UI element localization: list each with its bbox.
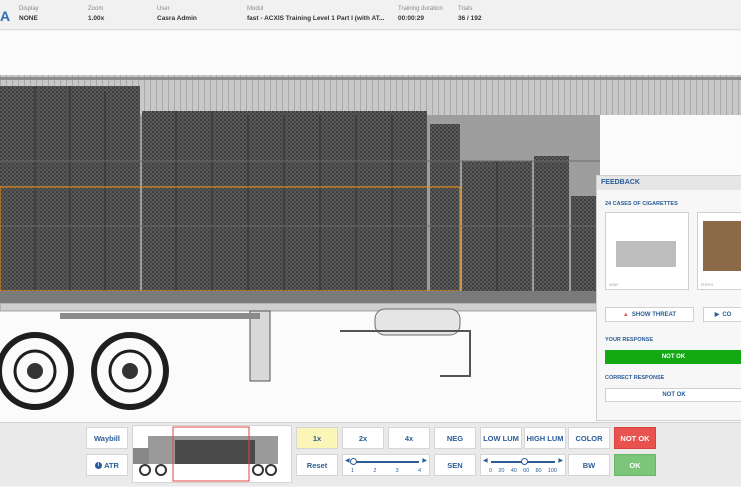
ok-button[interactable]: OK <box>614 454 656 476</box>
show-threat-button[interactable]: ▲ SHOW THREAT <box>605 307 694 322</box>
high-lum-button[interactable]: HIGH LUM <box>524 427 566 449</box>
lum-ticks: 0 20 40 60 80 100 <box>489 468 557 474</box>
module-field: Modul fast - ACXIS Training Level 1 Part… <box>247 5 384 23</box>
zoom-ticks: 1 2 3 4 <box>351 468 421 474</box>
your-response-label: YOUR RESPONSE <box>605 337 653 343</box>
show-threat-label: SHOW THREAT <box>631 311 677 318</box>
header-bar: A Display NONE Zoom 1.00x User Casra Adm… <box>0 0 741 30</box>
threat-name: 24 CASES OF CIGARETTES <box>605 201 678 207</box>
zoom-2x-button[interactable]: 2x <box>342 427 384 449</box>
display-label: Display <box>19 6 39 12</box>
info-icon: i <box>95 461 103 469</box>
low-lum-button[interactable]: LOW LUM <box>480 427 522 449</box>
minimap-truck <box>133 426 278 482</box>
trials-value: 36 / 192 <box>458 15 482 22</box>
lum-tick: 40 <box>510 468 517 474</box>
trials-field: Trials 36 / 192 <box>458 5 482 23</box>
zoom-tick: 2 <box>373 468 377 474</box>
feedback-title: FEEDBACK <box>597 176 741 190</box>
waybill-button[interactable]: Waybill <box>86 427 128 449</box>
trials-label: Trials <box>458 6 473 12</box>
your-response-value: NOT OK <box>605 350 741 364</box>
correct-response-value: NOT OK <box>605 388 741 402</box>
duration-field: Training duration 00:00:29 <box>398 5 443 23</box>
zoom-slider[interactable]: ◀ ▶ 1 2 3 4 <box>342 454 430 476</box>
zoom-1x-button[interactable]: 1x <box>296 427 338 449</box>
atr-button[interactable]: i ATR <box>86 454 128 476</box>
xray-thumb-image <box>616 241 676 267</box>
not-ok-button[interactable]: NOT OK <box>614 427 656 449</box>
photo-thumb-caption: PHOTO <box>701 283 714 287</box>
neg-button[interactable]: NEG <box>434 427 476 449</box>
lum-slider-knob[interactable] <box>520 458 528 465</box>
zoom-value: 1.00x <box>88 15 105 22</box>
warning-icon: ▲ <box>622 311 629 318</box>
continue-label: CO <box>722 311 732 318</box>
bottom-toolbar: Waybill i ATR 1x 2x 4x Reset ◀ ▶ 1 2 3 4… <box>0 422 741 486</box>
user-value: Casra Admin <box>157 15 197 22</box>
user-field: User Casra Admin <box>157 5 197 23</box>
play-icon: ▶ <box>714 312 720 318</box>
user-label: User <box>157 6 170 12</box>
zoom-increase-arrow-icon[interactable]: ▶ <box>422 457 427 464</box>
module-value: fast - ACXIS Training Level 1 Part I (wi… <box>247 15 385 22</box>
luminance-slider[interactable]: ◀ ▶ 0 20 40 60 80 100 <box>480 454 566 476</box>
lum-tick: 100 <box>547 468 557 474</box>
zoom-slider-knob[interactable] <box>349 458 357 465</box>
duration-value: 00:00:29 <box>398 15 425 22</box>
zoom-tick: 4 <box>417 468 421 474</box>
photo-thumb-image <box>703 221 741 271</box>
zoom-tick: 1 <box>351 468 355 474</box>
app-logo: A <box>0 8 11 24</box>
correct-response-label: CORRECT RESPONSE <box>605 375 665 381</box>
zoom-slider-track <box>353 461 419 463</box>
xray-thumb-caption: XRAY <box>609 283 619 287</box>
threat-xray-thumbnail[interactable]: XRAY <box>605 212 689 290</box>
module-label: Modul <box>247 6 264 12</box>
overview-minimap[interactable] <box>132 425 292 483</box>
zoom-tick: 3 <box>395 468 399 474</box>
continue-button[interactable]: ▶ CO <box>703 307 741 322</box>
lum-tick: 0 <box>489 468 493 474</box>
bw-button[interactable]: BW <box>568 454 610 476</box>
atr-label: ATR <box>104 460 119 470</box>
lum-tick: 80 <box>535 468 542 474</box>
display-field: Display NONE <box>19 5 39 23</box>
zoom-4x-button[interactable]: 4x <box>388 427 430 449</box>
reset-button[interactable]: Reset <box>296 454 338 476</box>
color-button[interactable]: COLOR <box>568 427 610 449</box>
threat-photo-thumbnail[interactable]: PHOTO <box>697 212 741 290</box>
feedback-panel: FEEDBACK 24 CASES OF CIGARETTES XRAY PHO… <box>596 175 741 421</box>
lum-tick: 60 <box>523 468 530 474</box>
lum-tick: 20 <box>498 468 505 474</box>
zoom-field: Zoom 1.00x <box>88 5 104 23</box>
duration-label: Training duration <box>398 6 443 12</box>
display-value: NONE <box>19 15 38 22</box>
lum-increase-arrow-icon[interactable]: ▶ <box>558 457 563 464</box>
zoom-decrease-arrow-icon[interactable]: ◀ <box>345 457 350 464</box>
lum-decrease-arrow-icon[interactable]: ◀ <box>483 457 488 464</box>
sen-button[interactable]: SEN <box>434 454 476 476</box>
zoom-label: Zoom <box>88 6 104 12</box>
